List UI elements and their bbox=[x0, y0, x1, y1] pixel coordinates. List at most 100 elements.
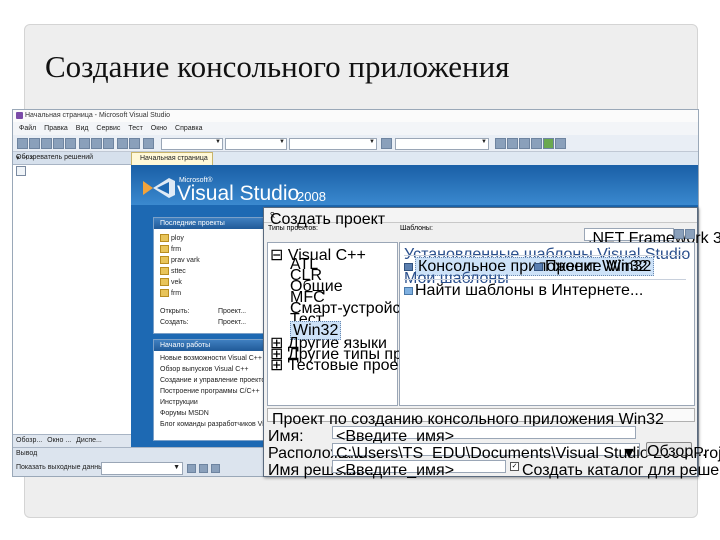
create-directory-label: Создать каталог для решения bbox=[522, 462, 720, 479]
solution-explorer-panel: Обозреватель решений ▾ ⊣ × Обозр... Окно… bbox=[13, 152, 132, 447]
create-directory-checkbox[interactable]: ✓ bbox=[510, 462, 519, 471]
window-titlebar: Начальная страница - Microsoft Visual St… bbox=[13, 110, 698, 122]
copy-icon[interactable] bbox=[91, 138, 102, 149]
left-panel-tabs: Обозр... Окно ... Диспе... bbox=[13, 434, 131, 447]
undo-icon[interactable] bbox=[117, 138, 128, 149]
find-in-files-icon[interactable] bbox=[381, 138, 392, 149]
framework-select[interactable]: .NET Framework 3.5 bbox=[584, 228, 720, 247]
menu-edit[interactable]: Правка bbox=[44, 125, 68, 132]
recent-project[interactable]: frm bbox=[160, 245, 181, 253]
recent-project[interactable]: sttec bbox=[160, 267, 186, 275]
folder-icon bbox=[160, 278, 169, 286]
location-input[interactable]: C:\Users\TS_EDU\Documents\Visual Studio … bbox=[332, 443, 720, 462]
new-project-dialog: Создать проект ? × Типы проектов: Шаблон… bbox=[263, 207, 720, 479]
slide-title: Создание консольного приложения bbox=[45, 49, 510, 84]
dropdown-icon[interactable] bbox=[555, 138, 566, 149]
templates-pane: Установленные шаблоны Visual Studio Конс… bbox=[399, 242, 695, 406]
divider bbox=[404, 279, 686, 280]
object-browser-icon[interactable] bbox=[519, 138, 530, 149]
getting-started-link[interactable]: Инструкции bbox=[160, 399, 198, 406]
output-clear-icon[interactable] bbox=[187, 464, 196, 473]
save-icon[interactable] bbox=[53, 138, 64, 149]
project-types-tree: ⊟ Visual C++ ATL CLR Общие MFC Смарт-уст… bbox=[267, 242, 452, 406]
menu-tools[interactable]: Сервис bbox=[96, 125, 120, 132]
toolbox-icon[interactable] bbox=[531, 138, 542, 149]
solution-explorer-header: Обозреватель решений ▾ ⊣ × bbox=[13, 152, 131, 165]
win32-project-icon bbox=[534, 262, 543, 271]
tab-start-page[interactable]: Начальная страница bbox=[131, 152, 213, 165]
templates-label: Шаблоны: bbox=[400, 225, 433, 232]
menu-file[interactable]: Файл bbox=[19, 125, 36, 132]
close-icon[interactable]: × bbox=[270, 211, 692, 221]
solution-name-input[interactable]: <Введите_имя> bbox=[332, 460, 506, 479]
solution-config-combo[interactable]: ▼ bbox=[161, 138, 223, 150]
start-page-banner: Microsoft® Visual Studio 2008 bbox=[131, 165, 698, 205]
search-combo[interactable]: ▼ bbox=[395, 138, 489, 150]
paste-icon[interactable] bbox=[103, 138, 114, 149]
open-icon[interactable] bbox=[41, 138, 52, 149]
create-project-link[interactable]: Проект... bbox=[218, 319, 246, 326]
menu-bar: Файл Правка Вид Сервис Тест Окно Справка bbox=[13, 122, 698, 135]
properties-icon[interactable] bbox=[16, 166, 26, 176]
folder-icon bbox=[160, 245, 169, 253]
open-project-link[interactable]: Проект... bbox=[218, 308, 246, 315]
window-title: Начальная страница - Microsoft Visual St… bbox=[25, 112, 171, 119]
name-label: Имя: bbox=[268, 428, 304, 445]
getting-started-link[interactable]: Построение программы C/C++ bbox=[160, 388, 260, 395]
menu-test[interactable]: Тест bbox=[128, 125, 142, 132]
recent-project[interactable]: frm bbox=[160, 289, 181, 297]
getting-started-link[interactable]: Создание и управление проектом... bbox=[160, 377, 276, 384]
recent-project[interactable]: ploy bbox=[160, 234, 184, 242]
cut-icon[interactable] bbox=[79, 138, 90, 149]
output-wrap-icon[interactable] bbox=[199, 464, 208, 473]
folder-icon bbox=[160, 289, 169, 297]
getting-started-link[interactable]: Форумы MSDN bbox=[160, 410, 209, 417]
recent-project[interactable]: vek bbox=[160, 278, 182, 286]
output-goto-icon[interactable] bbox=[211, 464, 220, 473]
redo-icon[interactable] bbox=[129, 138, 140, 149]
getting-started-header: Начало работы bbox=[154, 340, 276, 351]
getting-started-link[interactable]: Новые возможности Visual C++ bbox=[160, 355, 262, 362]
name-input[interactable]: <Введите_имя> bbox=[332, 426, 636, 445]
search-online-templates[interactable]: Найти шаблоны в Интернете... bbox=[404, 282, 643, 300]
pin-close-icons[interactable]: ▾ ⊣ × bbox=[16, 154, 129, 162]
menu-help[interactable]: Справка bbox=[175, 125, 202, 132]
project-types-label: Типы проектов: bbox=[268, 225, 318, 232]
getting-started-link[interactable]: Обзор выпусков Visual C++ bbox=[160, 366, 248, 373]
properties-icon[interactable] bbox=[507, 138, 518, 149]
solution-explorer-icon[interactable] bbox=[495, 138, 506, 149]
brand-version: 2008 bbox=[297, 189, 326, 204]
small-icons-view-icon[interactable] bbox=[685, 229, 695, 239]
visual-studio-logo-icon bbox=[143, 178, 175, 198]
browse-button[interactable]: Обзор... bbox=[646, 442, 707, 460]
tab-solution-explorer[interactable]: Обозр... bbox=[16, 437, 42, 444]
folder-icon bbox=[160, 256, 169, 264]
recent-projects-header: Последние проекты bbox=[154, 218, 276, 229]
create-label: Создать: bbox=[160, 319, 189, 326]
template-win32-project[interactable]: Проект Win32 bbox=[534, 258, 648, 276]
recent-project[interactable]: prav vark bbox=[160, 256, 200, 264]
folder-icon bbox=[160, 267, 169, 275]
save-all-icon[interactable] bbox=[65, 138, 76, 149]
open-label: Открыть: bbox=[160, 308, 190, 315]
start-debug-icon[interactable] bbox=[143, 138, 154, 149]
tab-property-manager[interactable]: Диспе... bbox=[76, 437, 102, 444]
tab-class-view[interactable]: Окно ... bbox=[47, 437, 71, 444]
getting-started-card: Начало работы Новые возможности Visual C… bbox=[153, 339, 292, 441]
template-description: Проект по созданию консольного приложени… bbox=[267, 408, 695, 428]
divider bbox=[404, 255, 686, 256]
recent-projects-card: Последние проекты ploy frm prav vark stt… bbox=[153, 217, 277, 334]
large-icons-view-icon[interactable] bbox=[674, 229, 684, 239]
output-title: Вывод bbox=[16, 450, 38, 457]
start-page-icon[interactable] bbox=[543, 138, 554, 149]
vs-app-icon bbox=[16, 112, 23, 119]
new-project-icon[interactable] bbox=[17, 138, 28, 149]
dialog-titlebar: Создать проект ? × bbox=[264, 208, 697, 228]
toolbar: ▼ ▼ ▼ ▼ bbox=[13, 135, 698, 152]
find-combo[interactable]: ▼ bbox=[289, 138, 377, 150]
solution-platform-combo[interactable]: ▼ bbox=[225, 138, 287, 150]
menu-window[interactable]: Окно bbox=[151, 125, 167, 132]
output-source-select[interactable]: ▼ bbox=[101, 462, 183, 475]
menu-view[interactable]: Вид bbox=[76, 125, 89, 132]
add-item-icon[interactable] bbox=[29, 138, 40, 149]
